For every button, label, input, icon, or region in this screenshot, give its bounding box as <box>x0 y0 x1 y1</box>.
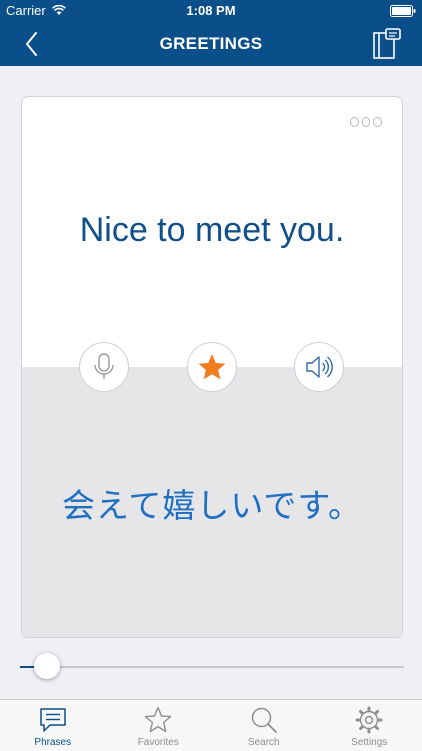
phrase-japanese-text: 会えて嬉しいです。 <box>22 479 402 527</box>
tab-label: Favorites <box>106 737 212 748</box>
more-dot-icon <box>350 117 359 127</box>
notebook-button[interactable] <box>372 28 402 60</box>
star-outline-icon <box>144 706 172 734</box>
phrase-slider[interactable] <box>20 652 404 682</box>
play-audio-button[interactable] <box>294 342 344 392</box>
page-title: GREETINGS <box>0 34 422 54</box>
gear-icon <box>355 706 383 734</box>
tab-search[interactable]: Search <box>211 700 317 751</box>
app-header: Carrier 1:08 PM GREETINGS <box>0 0 422 66</box>
status-time: 1:08 PM <box>0 3 422 18</box>
record-button[interactable] <box>79 342 129 392</box>
tab-bar: Phrases Favorites Search <box>0 699 422 751</box>
tab-label: Search <box>211 737 317 748</box>
slider-track <box>20 666 404 668</box>
tab-favorites[interactable]: Favorites <box>106 700 212 751</box>
star-icon <box>197 352 227 382</box>
phrase-card[interactable]: Nice to meet you. 会えて嬉しいです。 <box>21 96 403 638</box>
phrase-english-text: Nice to meet you. <box>22 211 402 250</box>
navigation-bar: GREETINGS <box>0 22 422 66</box>
status-bar: Carrier 1:08 PM <box>0 0 422 22</box>
tab-label: Settings <box>317 737 422 748</box>
more-options-button[interactable] <box>350 117 382 129</box>
more-dot-icon <box>373 117 382 127</box>
more-dot-icon <box>362 117 371 127</box>
slider-thumb[interactable] <box>34 653 60 679</box>
battery-icon <box>390 5 416 17</box>
magnifier-icon <box>250 706 278 734</box>
microphone-icon <box>92 352 116 382</box>
tab-label: Phrases <box>0 737 106 748</box>
tab-phrases[interactable]: Phrases <box>0 700 106 751</box>
tab-settings[interactable]: Settings <box>317 700 422 751</box>
speaker-icon <box>304 353 334 381</box>
notebook-icon <box>372 28 402 60</box>
speech-bubble-icon <box>39 706 67 734</box>
favorite-button[interactable] <box>187 342 237 392</box>
